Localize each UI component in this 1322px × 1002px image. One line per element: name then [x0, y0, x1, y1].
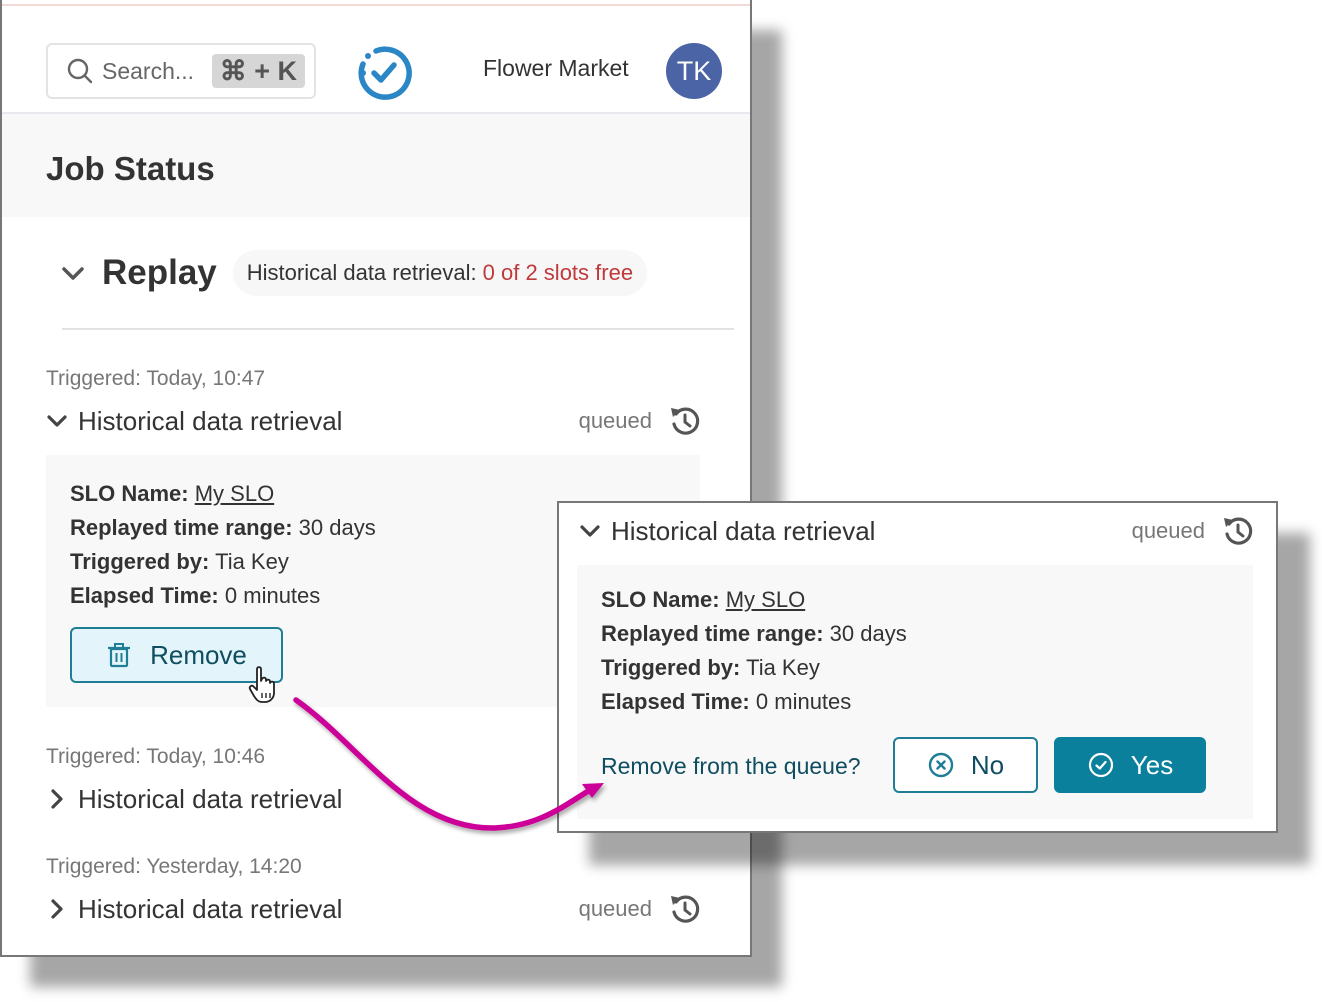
elapsed-label: Elapsed Time:	[70, 583, 219, 608]
elapsed-label: Elapsed Time:	[601, 689, 750, 714]
triggered-by-line: Triggered by: Tia Key	[70, 549, 289, 575]
chevron-right-icon[interactable]	[46, 788, 68, 810]
time-range-line: Replayed time range: 30 days	[601, 621, 907, 647]
job-row[interactable]: Historical data retrieval queued	[46, 403, 702, 439]
job-status: queued	[578, 896, 652, 921]
job-row[interactable]: Historical data retrieval queued	[46, 891, 702, 927]
elapsed-line: Elapsed Time: 0 minutes	[601, 689, 851, 715]
slo-name-label: SLO Name:	[70, 481, 189, 506]
slo-name-link[interactable]: My SLO	[726, 587, 805, 612]
job-title: Historical data retrieval	[78, 405, 343, 436]
triggered-by-label: Triggered by:	[601, 655, 741, 680]
job-title: Historical data retrieval	[611, 515, 876, 546]
close-circle-icon	[928, 752, 954, 778]
job-status: queued	[578, 408, 652, 433]
top-accent-line	[2, 4, 750, 6]
chevron-down-icon[interactable]	[60, 260, 86, 286]
trash-icon	[108, 643, 131, 668]
triggered-by-line: Triggered by: Tia Key	[601, 655, 820, 681]
triggered-by-value: Tia Key	[746, 655, 820, 680]
org-name[interactable]: Flower Market	[483, 55, 629, 82]
elapsed-value: 0 minutes	[224, 583, 321, 608]
search-icon	[67, 58, 93, 84]
history-icon	[671, 407, 700, 435]
time-range-value: 30 days	[829, 621, 907, 646]
popup-job-details: SLO Name: My SLO Replayed time range: 30…	[577, 565, 1253, 819]
slo-name-link[interactable]: My SLO	[195, 481, 274, 506]
time-range-line: Replayed time range: 30 days	[70, 515, 376, 541]
section-divider	[62, 328, 734, 330]
job-title: Historical data retrieval	[78, 783, 343, 814]
triggered-by-label: Triggered by:	[70, 549, 210, 574]
job-status: queued	[1131, 518, 1205, 543]
no-button-label: No	[970, 749, 1005, 780]
elapsed-value: 0 minutes	[755, 689, 852, 714]
no-button[interactable]: No	[893, 737, 1038, 793]
chevron-down-icon[interactable]	[579, 520, 601, 542]
hand-cursor-icon	[248, 666, 275, 703]
time-range-label: Replayed time range:	[70, 515, 293, 540]
yes-button[interactable]: Yes	[1054, 737, 1206, 793]
confirm-remove-callout: Historical data retrieval queued SLO Nam…	[557, 501, 1278, 833]
chevron-right-icon[interactable]	[46, 898, 68, 920]
search-placeholder: Search...	[102, 57, 195, 84]
replay-section-header[interactable]: Replay Historical data retrieval: 0 of 2…	[60, 250, 648, 296]
check-circle-icon	[1088, 752, 1113, 778]
page-header: Job Status	[2, 112, 750, 217]
slots-value: 0 of 2 slots free	[482, 260, 634, 285]
shortcut-badge: ⌘ + K	[211, 54, 305, 88]
app-logo-icon	[358, 46, 412, 100]
elapsed-line: Elapsed Time: 0 minutes	[70, 583, 320, 609]
section-title: Replay	[102, 253, 217, 292]
confirm-question: Remove from the queue?	[601, 753, 861, 779]
time-range-label: Replayed time range:	[601, 621, 824, 646]
user-avatar[interactable]: TK	[666, 43, 722, 99]
history-icon	[1224, 517, 1253, 545]
yes-button-label: Yes	[1130, 749, 1174, 780]
chevron-down-icon[interactable]	[46, 410, 68, 432]
job-triggered-time: Triggered: Yesterday, 14:20	[46, 855, 302, 878]
slots-label: Historical data retrieval:	[246, 260, 477, 285]
slo-name-label: SLO Name:	[601, 587, 720, 612]
job-triggered-time: Triggered: Today, 10:47	[46, 367, 266, 390]
job-title: Historical data retrieval	[78, 893, 343, 924]
search-input[interactable]: Search... ⌘ + K	[46, 43, 316, 99]
triggered-by-value: Tia Key	[215, 549, 289, 574]
slo-name-line: SLO Name: My SLO	[70, 481, 274, 507]
page-title: Job Status	[46, 150, 215, 187]
job-triggered-time: Triggered: Today, 10:46	[46, 745, 266, 768]
slots-badge: Historical data retrieval: 0 of 2 slots …	[232, 250, 648, 296]
popup-job-row[interactable]: Historical data retrieval queued	[579, 513, 1255, 549]
remove-button-label: Remove	[150, 639, 247, 670]
slo-name-line: SLO Name: My SLO	[601, 587, 805, 613]
history-icon	[671, 895, 700, 923]
time-range-value: 30 days	[298, 515, 376, 540]
